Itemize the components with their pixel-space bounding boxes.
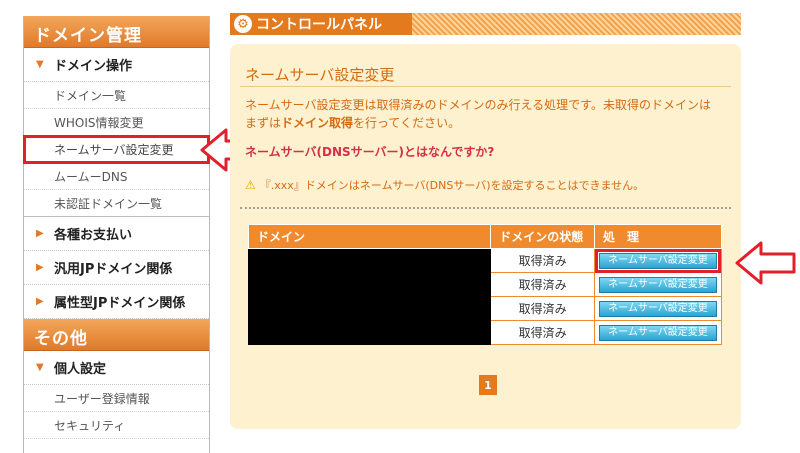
warning-text: 『.xxx』ドメインはネームサーバ(DNSサーバ)を設定することはできません。 — [259, 179, 645, 192]
triangle-right-icon: ▶ — [36, 296, 44, 307]
dotted-divider — [240, 207, 731, 209]
sidebar-section-label: 汎用JPドメイン関係 — [54, 262, 173, 277]
faq-link[interactable]: ネームサーバ(DNSサーバー)とはなんですか? — [245, 143, 494, 160]
domain-acquire-link[interactable]: ドメイン取得 — [281, 116, 353, 130]
annotation-arrow-left-icon — [735, 241, 796, 285]
sidebar-section-general-jp[interactable]: ▶ 汎用JPドメイン関係 — [24, 251, 209, 285]
action-cell: ネームサーバ設定変更 — [594, 272, 722, 297]
sidebar-item-domain-list[interactable]: ドメイン一覧 — [24, 82, 209, 109]
description-suffix: を行ってください。 — [353, 116, 461, 130]
sidebar-section-payments[interactable]: ▶ 各種お支払い — [24, 217, 209, 251]
header-status: ドメインの状態 — [490, 224, 596, 249]
table-row: 取得済み ネームサーバ設定変更 — [247, 296, 722, 321]
nameserver-change-button[interactable]: ネームサーバ設定変更 — [599, 325, 717, 341]
header-action: 処 理 — [594, 224, 722, 249]
sidebar-item-unverified[interactable]: 未認証ドメイン一覧 — [24, 190, 209, 217]
sidebar-section-label: 各種お支払い — [54, 228, 133, 243]
description-line-2: まずはドメイン取得を行ってください。 — [245, 114, 735, 132]
triangle-right-icon: ▶ — [36, 228, 44, 239]
control-panel-bar: ⚙ コントロールパネル — [230, 13, 741, 35]
nameserver-change-button[interactable]: ネームサーバ設定変更 — [599, 277, 717, 293]
sidebar: ドメイン管理 ▼ ドメイン操作 ドメイン一覧 WHOIS情報変更 ネームサーバ設… — [23, 16, 210, 453]
status-cell: 取得済み — [490, 320, 596, 345]
header-domain: ドメイン — [247, 224, 492, 249]
gear-icon: ⚙ — [234, 15, 252, 33]
title-divider — [240, 86, 731, 87]
sidebar-section-attr-jp[interactable]: ▶ 属性型JPドメイン関係 — [24, 285, 209, 319]
sidebar-section-label: 属性型JPドメイン関係 — [54, 296, 186, 311]
sidebar-section-label: 個人設定 — [54, 362, 107, 377]
sidebar-item-security[interactable]: セキュリティ — [24, 412, 209, 439]
sidebar-header-other: その他 — [24, 319, 209, 351]
pagination-page-button[interactable]: 1 — [479, 375, 497, 395]
page-title: ネームサーバ設定変更 — [245, 66, 395, 84]
domain-cell-redacted — [247, 296, 492, 321]
sidebar-item-user-info[interactable]: ユーザー登録情報 — [24, 385, 209, 412]
sidebar-section-personal[interactable]: ▼ 個人設定 — [24, 351, 209, 385]
domain-table: ドメイン ドメインの状態 処 理 取得済み ネームサーバ設定変更 取得済み ネー… — [247, 224, 722, 345]
sidebar-header-domain: ドメイン管理 — [24, 16, 209, 48]
sidebar-section-label: ドメイン操作 — [54, 59, 133, 74]
control-panel-title: ⚙ コントロールパネル — [230, 13, 412, 35]
domain-cell-redacted — [247, 272, 492, 297]
sidebar-section-domain-ops[interactable]: ▼ ドメイン操作 — [24, 48, 209, 82]
table-row: 取得済み ネームサーバ設定変更 — [247, 272, 722, 297]
domain-cell-redacted — [247, 248, 492, 273]
description-line-1: ネームサーバ設定変更は取得済みのドメインのみ行える処理です。未取得のドメインは — [245, 98, 711, 112]
triangle-down-icon: ▼ — [36, 59, 44, 70]
action-cell: ネームサーバ設定変更 — [594, 296, 722, 321]
domain-cell-redacted — [247, 320, 492, 345]
triangle-down-icon: ▼ — [36, 362, 44, 373]
sidebar-item-muumuu-dns[interactable]: ムームーDNS — [24, 163, 209, 190]
warning-icon: ⚠ — [245, 178, 256, 192]
status-cell: 取得済み — [490, 296, 596, 321]
status-cell: 取得済み — [490, 272, 596, 297]
nameserver-change-button[interactable]: ネームサーバ設定変更 — [595, 249, 721, 273]
main-panel: ネームサーバ設定変更 ネームサーバ設定変更は取得済みのドメインのみ行える処理です… — [230, 44, 741, 429]
action-cell: ネームサーバ設定変更 — [594, 320, 722, 345]
table-row: 取得済み ネームサーバ設定変更 — [247, 248, 722, 273]
warning-message: ⚠ 『.xxx』ドメインはネームサーバ(DNSサーバ)を設定することはできません… — [245, 177, 644, 193]
table-header-row: ドメイン ドメインの状態 処 理 — [247, 224, 722, 249]
triangle-right-icon: ▶ — [36, 262, 44, 273]
description-prefix: まずは — [245, 116, 282, 130]
description: ネームサーバ設定変更は取得済みのドメインのみ行える処理です。未取得のドメインは … — [245, 96, 735, 132]
nameserver-change-button[interactable]: ネームサーバ設定変更 — [599, 301, 717, 317]
table-row: 取得済み ネームサーバ設定変更 — [247, 320, 722, 345]
control-panel-label: コントロールパネル — [256, 17, 382, 33]
sidebar-item-nameserver[interactable]: ネームサーバ設定変更 — [23, 135, 210, 164]
action-cell: ネームサーバ設定変更 — [594, 248, 722, 273]
sidebar-item-whois[interactable]: WHOIS情報変更 — [24, 109, 209, 136]
status-cell: 取得済み — [490, 248, 596, 273]
